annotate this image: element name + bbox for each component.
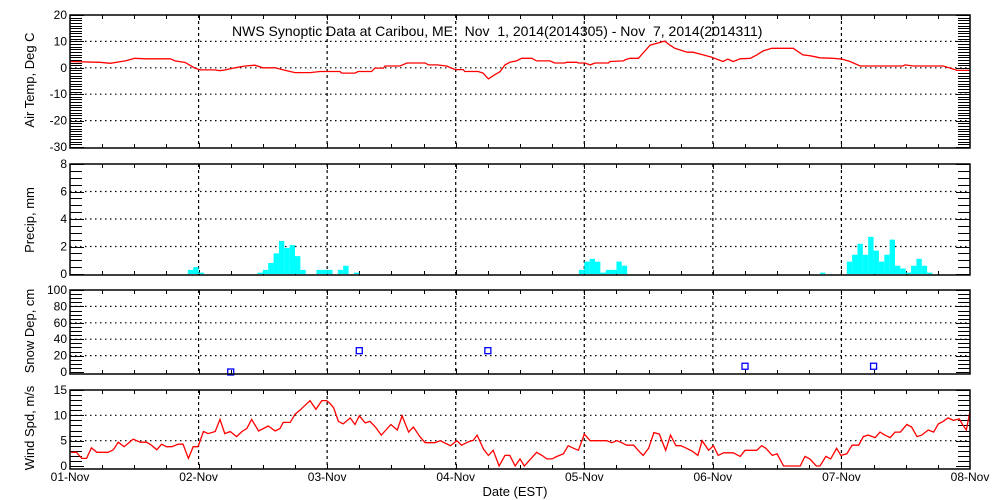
chart-title: NWS Synoptic Data at Caribou, ME Nov 1, … bbox=[232, 23, 762, 39]
precip-bar bbox=[878, 261, 885, 274]
precip-bar bbox=[884, 254, 890, 274]
precip-bar bbox=[916, 258, 922, 274]
snow-depth-point bbox=[869, 362, 878, 370]
precip-bar bbox=[327, 269, 333, 274]
temp-series-line bbox=[69, 40, 970, 80]
wind-series-line bbox=[71, 399, 971, 468]
snow-depth-point bbox=[484, 347, 492, 355]
precip-bar bbox=[927, 272, 933, 274]
x-tick-label: 08-Nov bbox=[951, 470, 990, 484]
precip-bar bbox=[600, 272, 606, 274]
precip-bar bbox=[921, 265, 928, 274]
y-tick-label: 8 bbox=[60, 157, 67, 171]
precip-bar bbox=[353, 272, 360, 274]
precip-bar bbox=[605, 269, 612, 274]
x-tick-label: 05-Nov bbox=[565, 470, 604, 484]
y-tick-label: 5 bbox=[60, 434, 67, 448]
precip-bar bbox=[889, 239, 895, 274]
precip-bar bbox=[295, 256, 301, 274]
precip-bar bbox=[300, 269, 306, 274]
y-tick-label: -30 bbox=[50, 140, 68, 154]
snow-depth-point bbox=[355, 347, 363, 355]
precip-bar bbox=[187, 269, 194, 274]
precip-bar bbox=[578, 269, 585, 274]
precip-bar bbox=[289, 245, 295, 274]
precip-bar bbox=[595, 261, 601, 274]
y-tick-label: 2 bbox=[60, 240, 67, 254]
panel-snow: 100 80 60 40 20 0 Snow Dep, cm bbox=[22, 283, 971, 379]
precip-bar bbox=[857, 243, 863, 274]
y-axis-title-wind: Wind Spd, m/s bbox=[22, 385, 37, 470]
x-tick-label: 01-Nov bbox=[51, 470, 90, 484]
precip-bar bbox=[337, 269, 344, 274]
precip-bar bbox=[820, 272, 826, 274]
precip-bar bbox=[198, 272, 204, 274]
y-tick-label: 0 bbox=[60, 267, 67, 281]
x-tick-label: 02-Nov bbox=[179, 470, 218, 484]
precip-bar bbox=[852, 254, 858, 274]
precip-bar bbox=[257, 272, 263, 274]
y-tick-label: 100 bbox=[47, 283, 67, 297]
y-axis-title-snow: Snow Dep, cm bbox=[22, 289, 37, 374]
precip-bar bbox=[284, 247, 290, 274]
precip-bar bbox=[343, 265, 349, 274]
y-axis-title-temp: Air Temp, Deg C bbox=[22, 32, 37, 127]
y-tick-label: 60 bbox=[54, 316, 68, 330]
y-tick-label: 0 bbox=[60, 365, 67, 379]
y-tick-label: 80 bbox=[54, 299, 68, 313]
precip-bar bbox=[905, 272, 912, 274]
precip-bar bbox=[862, 254, 869, 274]
y-tick-label: 15 bbox=[54, 383, 68, 397]
panel-wind: 151050Wind Spd, m/s bbox=[22, 383, 971, 473]
y-tick-label: -20 bbox=[50, 114, 68, 128]
x-tick-label: 07-Nov bbox=[822, 470, 861, 484]
y-tick-label: -10 bbox=[50, 87, 68, 101]
y-axis-title-precip: Precip, mm bbox=[22, 187, 37, 253]
precip-bar bbox=[846, 261, 853, 274]
y-tick-label: 4 bbox=[60, 212, 67, 226]
y-tick-label: 0 bbox=[60, 61, 67, 75]
y-tick-label: 20 bbox=[54, 349, 68, 363]
y-tick-label: 10 bbox=[54, 408, 68, 422]
precip-bar bbox=[278, 241, 285, 274]
panel-frame bbox=[69, 289, 971, 375]
snow-depth-point bbox=[741, 362, 749, 370]
y-tick-label: 10 bbox=[54, 34, 68, 48]
precip-bar bbox=[316, 269, 322, 274]
precip-bar bbox=[900, 268, 906, 274]
panel-precip: 8 6 4 2 0 Precip, mm bbox=[22, 157, 971, 281]
precip-bar bbox=[895, 265, 901, 274]
x-tick-label: 06-Nov bbox=[694, 470, 733, 484]
precip-bar bbox=[868, 236, 874, 274]
x-tick-label: 04-Nov bbox=[436, 470, 475, 484]
precip-bar bbox=[273, 253, 279, 274]
precip-bar bbox=[873, 250, 879, 274]
precip-bar bbox=[262, 269, 269, 274]
y-tick-label: 40 bbox=[54, 332, 68, 346]
precip-bar bbox=[584, 261, 590, 274]
x-axis-title: Date (EST) bbox=[482, 484, 547, 499]
panel-frame bbox=[69, 389, 971, 470]
precip-bar bbox=[268, 263, 274, 274]
y-tick-label: 6 bbox=[60, 185, 67, 199]
x-tick-label: 03-Nov bbox=[308, 470, 347, 484]
precip-bar bbox=[193, 267, 199, 274]
precip-bar bbox=[589, 258, 595, 274]
synoptic-chart: Date (EST) 20100-10-20-30Air Temp, Deg C… bbox=[22, 8, 990, 499]
y-tick-label: 20 bbox=[54, 8, 68, 22]
precip-bar bbox=[321, 269, 328, 274]
precip-bar bbox=[621, 265, 628, 274]
precip-bar bbox=[911, 265, 917, 274]
precip-bar bbox=[611, 269, 617, 274]
precip-bar bbox=[616, 261, 622, 274]
